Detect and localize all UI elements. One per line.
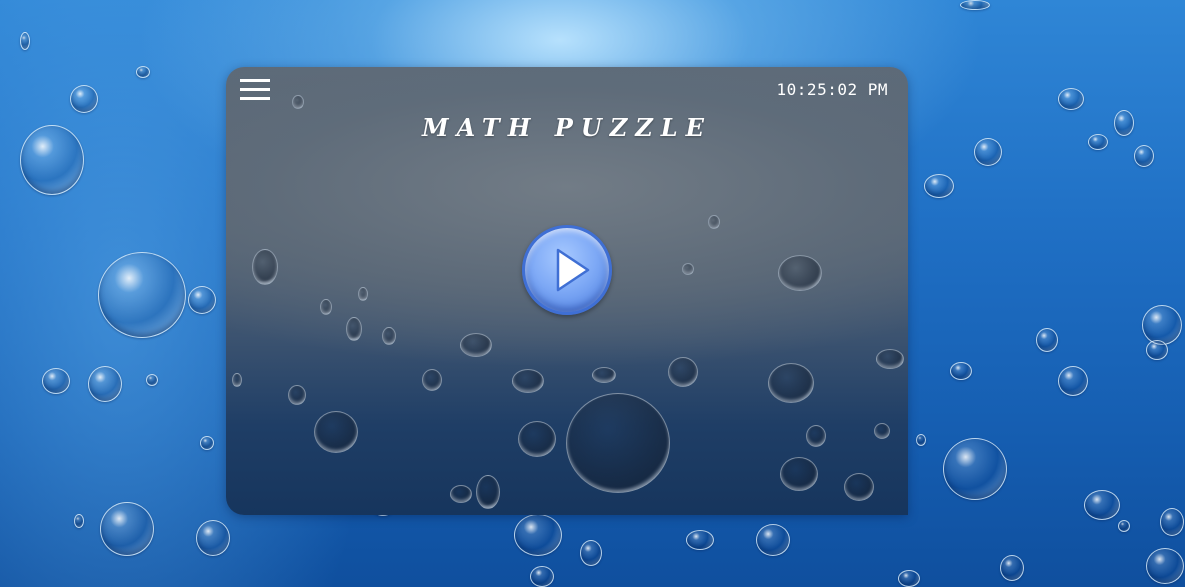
water-droplet	[232, 373, 242, 387]
water-droplet	[592, 367, 616, 383]
water-droplet	[320, 299, 332, 315]
water-droplet	[876, 349, 904, 369]
water-bubble	[20, 32, 30, 50]
water-bubble	[1134, 145, 1154, 167]
page-title: MATH PUZZLE	[422, 113, 712, 142]
water-bubble	[943, 438, 1007, 500]
water-droplet	[708, 215, 720, 229]
water-bubble	[42, 368, 70, 394]
water-droplet	[566, 393, 670, 493]
water-bubble	[70, 85, 98, 113]
water-bubble	[200, 436, 214, 450]
water-droplet	[450, 485, 472, 503]
water-droplet	[844, 473, 874, 501]
water-droplet	[292, 95, 304, 109]
water-bubble	[136, 66, 150, 78]
water-bubble	[20, 125, 84, 195]
water-bubble	[1036, 328, 1058, 352]
water-bubble	[1142, 305, 1182, 345]
water-bubble	[1058, 88, 1084, 110]
water-bubble	[1088, 134, 1108, 150]
water-droplet	[476, 475, 500, 509]
water-bubble	[146, 374, 158, 386]
water-droplet	[460, 333, 492, 357]
water-bubble	[924, 174, 954, 198]
water-bubble	[756, 524, 790, 556]
menu-bar-bottom	[240, 97, 270, 100]
water-bubble	[950, 362, 972, 380]
water-bubble	[1118, 520, 1130, 532]
water-bubble	[74, 514, 84, 528]
water-bubble	[88, 366, 122, 402]
water-droplet	[518, 421, 556, 457]
game-panel: 10:25:02 PM MATH PUZZLE	[226, 67, 908, 515]
water-droplet	[768, 363, 814, 403]
water-bubble	[686, 530, 714, 550]
water-bubble	[898, 570, 920, 587]
water-bubble	[530, 566, 554, 587]
water-droplet	[252, 249, 278, 285]
water-droplet	[806, 425, 826, 447]
water-droplet	[382, 327, 396, 345]
water-bubble	[580, 540, 602, 566]
water-bubble	[98, 252, 186, 338]
water-bubble	[916, 434, 926, 446]
water-bubble	[1146, 340, 1168, 360]
water-droplet	[422, 369, 442, 391]
water-bubble	[974, 138, 1002, 166]
water-bubble	[196, 520, 230, 556]
clock-display: 10:25:02 PM	[776, 80, 888, 99]
water-droplet	[780, 457, 818, 491]
hamburger-menu-button[interactable]	[240, 79, 270, 101]
water-droplet	[682, 263, 694, 275]
play-button[interactable]	[522, 225, 612, 315]
water-droplet	[668, 357, 698, 387]
play-icon	[556, 248, 590, 292]
water-droplet	[874, 423, 890, 439]
water-droplet	[512, 369, 544, 393]
water-bubble	[1114, 110, 1134, 136]
water-bubble	[514, 514, 562, 556]
water-bubble	[1058, 366, 1088, 396]
water-droplet	[358, 287, 368, 301]
water-droplet	[314, 411, 358, 453]
water-droplet	[778, 255, 822, 291]
menu-bar-middle	[240, 88, 270, 91]
water-bubble	[188, 286, 216, 314]
water-droplet	[346, 317, 362, 341]
water-bubble	[1000, 555, 1024, 581]
menu-bar-top	[240, 79, 270, 82]
water-bubble	[1084, 490, 1120, 520]
water-bubble	[100, 502, 154, 556]
water-bubble	[1160, 508, 1184, 536]
water-bubble	[1146, 548, 1184, 584]
water-bubble	[960, 0, 990, 10]
water-droplet	[288, 385, 306, 405]
